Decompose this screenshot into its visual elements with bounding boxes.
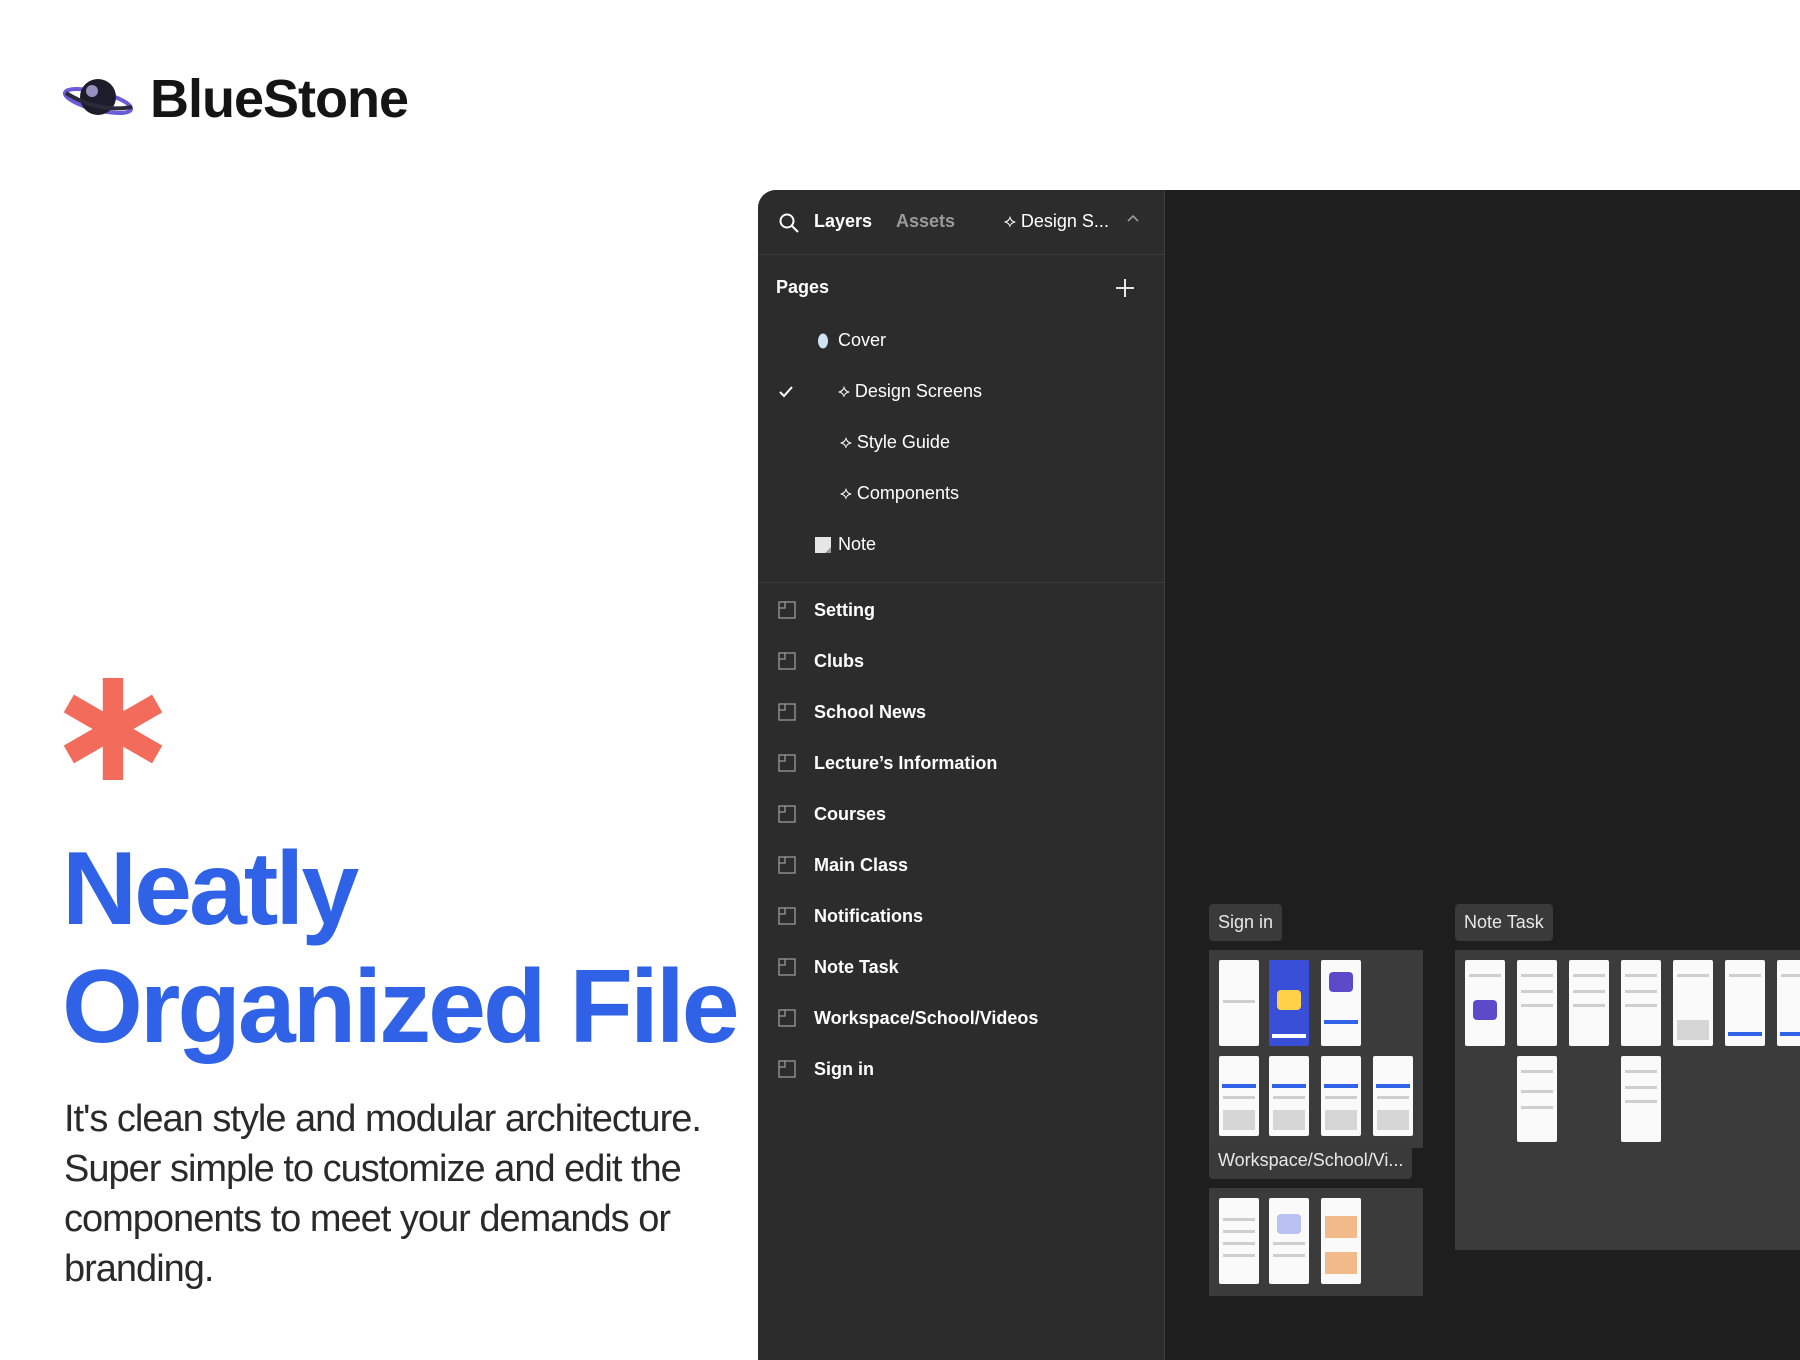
screen-thumbnail xyxy=(1321,1056,1361,1136)
planet-logo-icon xyxy=(62,79,134,115)
layer-item[interactable]: School News xyxy=(758,689,1164,740)
screen-thumbnail xyxy=(1621,1056,1661,1142)
note-icon xyxy=(815,537,831,553)
plus-icon[interactable] xyxy=(1114,277,1136,299)
tab-layers[interactable]: Layers xyxy=(814,211,872,232)
layer-item[interactable]: Lecture’s Information xyxy=(758,740,1164,791)
screen-thumbnail xyxy=(1725,960,1765,1046)
pages-header: Pages xyxy=(758,255,1164,321)
layer-list: Setting Clubs School News Lecture’s Info… xyxy=(758,583,1164,1097)
oval-icon xyxy=(818,333,828,349)
screen-thumbnail xyxy=(1465,960,1505,1046)
chevron-up-icon[interactable] xyxy=(1126,212,1140,226)
brand-name: BlueStone xyxy=(150,69,409,129)
frame-label-sign-in[interactable]: Sign in xyxy=(1209,904,1283,941)
frame-workspace[interactable] xyxy=(1209,1188,1423,1296)
screen-thumbnail xyxy=(1777,960,1800,1046)
layer-label: Main Class xyxy=(814,855,909,875)
layer-item[interactable]: Sign in xyxy=(758,1046,1164,1097)
frame-icon xyxy=(778,907,796,925)
asterisk-icon xyxy=(63,678,163,780)
screen-thumbnail xyxy=(1569,960,1609,1046)
panel-tabs: Layers Assets ⟡ Design S... xyxy=(758,190,1164,255)
frame-icon xyxy=(778,601,796,619)
page-label: ⟡ Components xyxy=(840,483,959,503)
page-label: Cover xyxy=(838,330,887,350)
frame-icon xyxy=(778,754,796,772)
frame-icon xyxy=(778,652,796,670)
screen-thumbnail xyxy=(1517,1056,1557,1142)
screen-thumbnail xyxy=(1269,960,1309,1046)
canvas[interactable]: Sign in Workspace/School/Vi... Note Task xyxy=(1165,190,1800,1360)
check-icon xyxy=(779,386,793,398)
screen-thumbnail xyxy=(1321,1198,1361,1284)
layer-item[interactable]: Workspace/School/Videos xyxy=(758,995,1164,1046)
frame-icon xyxy=(778,856,796,874)
layer-item[interactable]: Notifications xyxy=(758,893,1164,944)
description: It's clean style and modular architectur… xyxy=(64,1098,702,1290)
brand: BlueStone xyxy=(62,68,409,130)
page-label: ⟡ Style Guide xyxy=(840,432,950,452)
layer-label: School News xyxy=(814,702,927,722)
page-item-note[interactable]: Note xyxy=(758,525,1164,576)
layer-label: Notifications xyxy=(814,906,924,926)
headline-line-1: Neatly xyxy=(62,831,359,947)
pages-title: Pages xyxy=(776,277,830,297)
frame-icon xyxy=(778,958,796,976)
search-icon[interactable] xyxy=(778,212,800,234)
layer-item[interactable]: Setting xyxy=(758,587,1164,638)
tab-assets[interactable]: Assets xyxy=(896,211,955,232)
page-item-cover[interactable]: Cover xyxy=(758,321,1164,372)
page-item-design-screens[interactable]: ⟡ Design Screens xyxy=(758,372,1164,423)
page-list: Cover ⟡ Design Screens ⟡ Style Guide ⟡ C… xyxy=(758,321,1164,583)
layer-item[interactable]: Clubs xyxy=(758,638,1164,689)
layer-label: Courses xyxy=(814,804,887,824)
headline-line-2: Organized File xyxy=(62,949,740,1065)
layer-label: Setting xyxy=(814,600,875,620)
frame-label-note-task[interactable]: Note Task xyxy=(1455,904,1553,941)
layers-panel: Layers Assets ⟡ Design S... Pages Cover xyxy=(758,190,1165,1360)
frame-icon xyxy=(778,703,796,721)
screen-thumbnail xyxy=(1321,960,1361,1046)
frame-label-workspace[interactable]: Workspace/School/Vi... xyxy=(1209,1142,1413,1179)
screen-thumbnail xyxy=(1219,960,1259,1046)
page-item-components[interactable]: ⟡ Components xyxy=(758,474,1164,525)
headline: Neatly Organized File xyxy=(62,830,740,1066)
current-page-selector[interactable]: ⟡ Design S... xyxy=(1004,211,1109,232)
design-app-window: Layers Assets ⟡ Design S... Pages Cover xyxy=(758,190,1800,1360)
frame-sign-in[interactable] xyxy=(1209,950,1423,1148)
layer-item[interactable]: Main Class xyxy=(758,842,1164,893)
layer-label: Sign in xyxy=(814,1059,874,1079)
frame-icon xyxy=(778,1009,796,1027)
page-item-style-guide[interactable]: ⟡ Style Guide xyxy=(758,423,1164,474)
layer-label: Lecture’s Information xyxy=(814,753,998,773)
layer-label: Clubs xyxy=(814,651,865,671)
screen-thumbnail xyxy=(1517,960,1557,1046)
layer-item[interactable]: Courses xyxy=(758,791,1164,842)
screen-thumbnail xyxy=(1269,1198,1309,1284)
screen-thumbnail xyxy=(1269,1056,1309,1136)
layer-item[interactable]: Note Task xyxy=(758,944,1164,995)
screen-thumbnail xyxy=(1219,1056,1259,1136)
page-label: ⟡ Design Screens xyxy=(838,381,982,401)
frame-note-task[interactable] xyxy=(1455,950,1800,1250)
frame-icon xyxy=(778,1060,796,1078)
frame-icon xyxy=(778,805,796,823)
screen-thumbnail xyxy=(1621,960,1661,1046)
page-label: Note xyxy=(838,534,877,554)
layer-label: Workspace/School/Videos xyxy=(814,1008,1039,1028)
screen-thumbnail xyxy=(1673,960,1713,1046)
screen-thumbnail xyxy=(1219,1198,1259,1284)
layer-label: Note Task xyxy=(814,957,899,977)
screen-thumbnail xyxy=(1373,1056,1413,1136)
